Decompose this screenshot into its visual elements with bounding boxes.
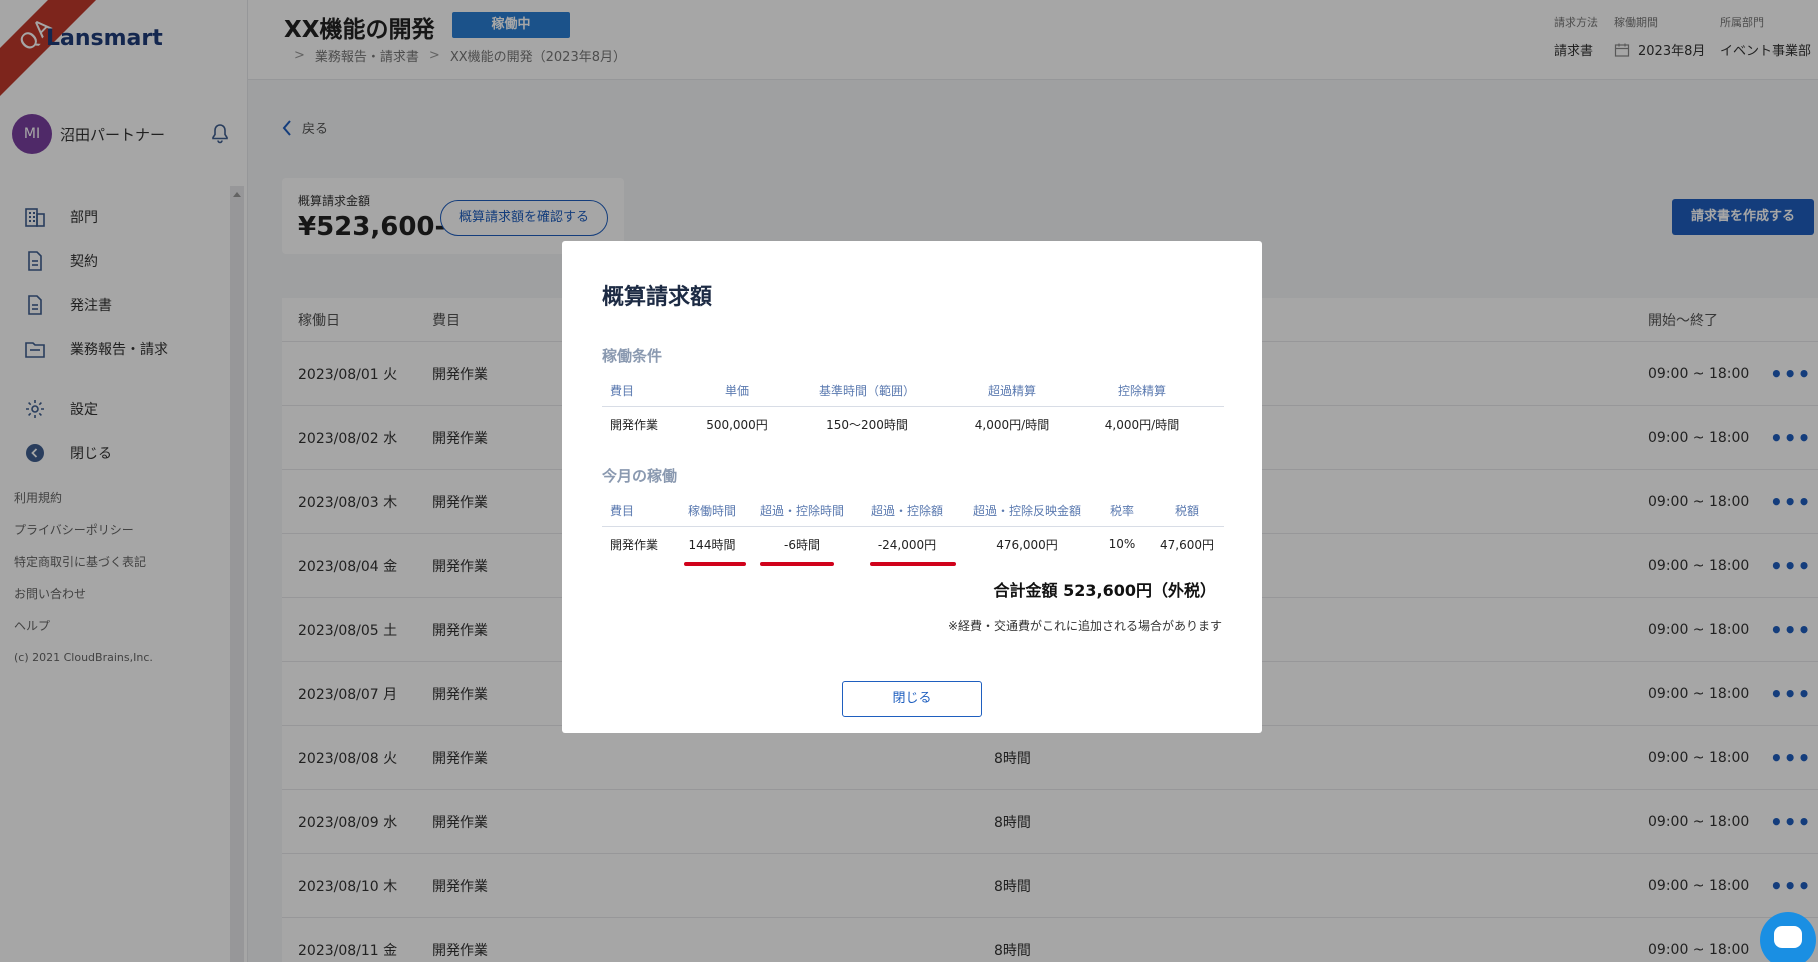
highlight-underline	[760, 562, 834, 566]
column-header: 費目	[610, 384, 635, 398]
table-header-row: 費目 単価 基準時間（範囲） 超過精算 控除精算	[602, 375, 1224, 407]
expense-note: ※経費・交通費がこれに追加される場合があります	[947, 619, 1222, 633]
table-cell: 4,000円/時間	[974, 417, 1050, 432]
column-header: 稼働時間	[687, 504, 736, 518]
column-header: 単価	[724, 384, 749, 398]
conditions-table: 費目 単価 基準時間（範囲） 超過精算 控除精算 開発作業 500,000円 1…	[602, 375, 1224, 441]
table-cell: 500,000円	[706, 417, 768, 432]
column-header: 超過・控除額	[870, 504, 943, 518]
estimate-modal: 概算請求額 稼働条件 費目 単価 基準時間（範囲） 超過精算 控除精算 開発作業…	[562, 241, 1262, 733]
table-cell: 開発作業	[610, 537, 659, 552]
chat-support-button[interactable]	[1760, 912, 1816, 962]
table-header-row: 費目 稼働時間 超過・控除時間 超過・控除額 超過・控除反映金額 税率 税額	[602, 495, 1224, 527]
column-header: 基準時間（範囲）	[818, 384, 915, 398]
column-header: 税額	[1174, 504, 1199, 518]
table-cell: -6時間	[784, 537, 820, 552]
modal-title: 概算請求額	[602, 285, 713, 310]
table-cell: 476,000円	[996, 537, 1058, 552]
total-amount: 合計金額 523,600円（外税）	[993, 581, 1216, 600]
month-title: 今月の稼働	[602, 467, 678, 485]
table-cell: 10%	[1108, 537, 1136, 551]
table-cell: 150～200時間	[826, 417, 908, 432]
month-table: 費目 稼働時間 超過・控除時間 超過・控除額 超過・控除反映金額 税率 税額 開…	[602, 495, 1224, 561]
column-header: 税率	[1109, 504, 1134, 518]
conditions-title: 稼働条件	[602, 347, 663, 365]
column-header: 控除精算	[1117, 384, 1166, 398]
table-cell: 開発作業	[610, 417, 659, 432]
table-cell: 47,600円	[1160, 537, 1214, 552]
column-header: 超過精算	[987, 384, 1036, 398]
column-header: 超過・控除時間	[759, 504, 844, 518]
highlight-underline	[870, 562, 956, 566]
close-button[interactable]: 閉じる	[842, 681, 982, 717]
table-row: 開発作業 144時間 -6時間 -24,000円 476,000円 10% 47…	[602, 527, 1224, 561]
table-cell: 144時間	[688, 537, 736, 552]
column-header: 超過・控除反映金額	[972, 504, 1081, 518]
table-cell: -24,000円	[877, 537, 937, 552]
column-header: 費目	[610, 504, 635, 518]
chat-icon	[1774, 926, 1802, 948]
table-row: 開発作業 500,000円 150～200時間 4,000円/時間 4,000円…	[602, 407, 1224, 441]
highlight-underline	[684, 562, 746, 566]
table-cell: 4,000円/時間	[1104, 417, 1180, 432]
